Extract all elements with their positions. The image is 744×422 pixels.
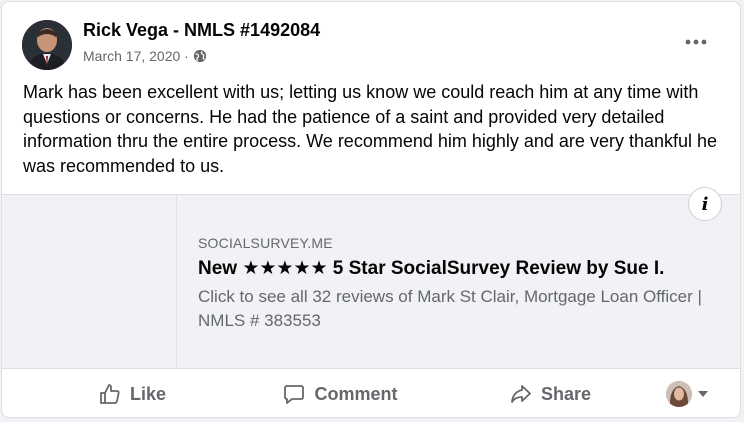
comment-icon bbox=[284, 385, 305, 404]
share-button[interactable]: Share bbox=[500, 377, 600, 411]
share-label: Share bbox=[540, 383, 592, 404]
comment-label: Comment bbox=[314, 383, 398, 404]
post-card: Rick Vega - NMLS #1492084 March 17, 2020… bbox=[1, 1, 741, 418]
info-icon: i bbox=[701, 193, 709, 215]
post-meta: March 17, 2020 · bbox=[83, 48, 207, 64]
link-domain: SOCIALSURVEY.ME bbox=[198, 235, 333, 251]
more-horizontal-icon bbox=[685, 39, 707, 45]
like-button[interactable]: Like bbox=[82, 377, 182, 411]
caret-down-icon bbox=[698, 391, 708, 397]
post-actions: Like Comment Share bbox=[2, 369, 740, 417]
post-header: Rick Vega - NMLS #1492084 March 17, 2020… bbox=[2, 2, 740, 78]
thumbs-up-icon bbox=[100, 384, 120, 404]
comment-button[interactable]: Comment bbox=[270, 377, 410, 411]
share-icon bbox=[511, 385, 531, 403]
more-options-button[interactable] bbox=[682, 30, 710, 54]
link-preview[interactable]: SOCIALSURVEY.ME New ★★★★★ 5 Star SocialS… bbox=[2, 187, 740, 369]
post-date[interactable]: March 17, 2020 · bbox=[83, 48, 189, 64]
globe-icon[interactable] bbox=[193, 49, 207, 63]
link-thumbnail[interactable] bbox=[2, 195, 177, 368]
author-name[interactable]: Rick Vega - NMLS #1492084 bbox=[83, 20, 320, 41]
profile-avatar bbox=[666, 381, 692, 407]
link-description: Click to see all 32 reviews of Mark St C… bbox=[198, 287, 702, 330]
author-avatar[interactable] bbox=[22, 20, 72, 70]
link-title[interactable]: New ★★★★★ 5 Star SocialSurvey Review by … bbox=[198, 257, 664, 280]
like-label: Like bbox=[129, 383, 167, 404]
react-as-selector[interactable] bbox=[666, 379, 708, 409]
post-text: Mark has been excellent with us; letting… bbox=[23, 82, 718, 176]
info-button[interactable]: i bbox=[688, 187, 722, 221]
